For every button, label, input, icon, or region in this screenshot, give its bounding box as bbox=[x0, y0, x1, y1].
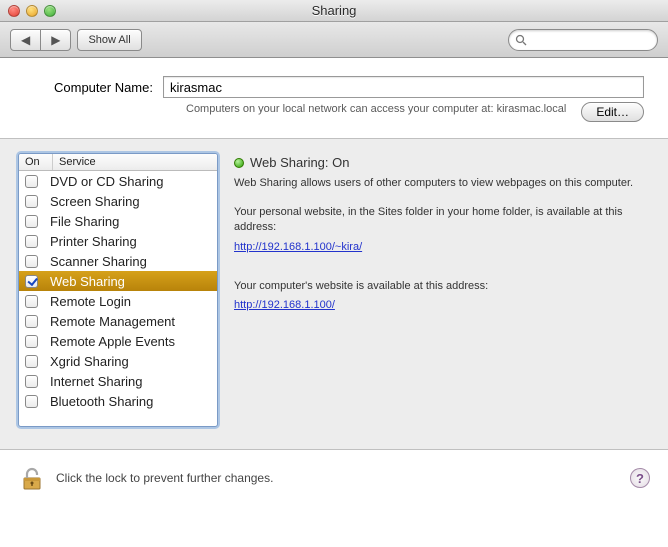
service-label: Bluetooth Sharing bbox=[50, 394, 153, 409]
service-label: Remote Login bbox=[50, 294, 131, 309]
service-label: DVD or CD Sharing bbox=[50, 174, 163, 189]
service-checkbox[interactable] bbox=[25, 175, 38, 188]
chevron-left-icon: ◀ bbox=[21, 34, 30, 46]
toolbar: ◀ ▶ Show All bbox=[0, 22, 668, 58]
service-label: File Sharing bbox=[50, 214, 119, 229]
service-label: Remote Apple Events bbox=[50, 334, 175, 349]
service-row[interactable]: Screen Sharing bbox=[19, 191, 217, 211]
window-controls bbox=[8, 5, 56, 17]
search-field[interactable] bbox=[508, 29, 658, 51]
window-title: Sharing bbox=[0, 3, 668, 18]
forward-button[interactable]: ▶ bbox=[41, 29, 71, 51]
service-row[interactable]: File Sharing bbox=[19, 211, 217, 231]
service-checkbox[interactable] bbox=[25, 295, 38, 308]
search-input[interactable] bbox=[531, 33, 651, 47]
service-checkbox[interactable] bbox=[25, 315, 38, 328]
service-checkbox[interactable] bbox=[25, 255, 38, 268]
minimize-icon[interactable] bbox=[26, 5, 38, 17]
computer-name-label: Computer Name: bbox=[54, 80, 153, 95]
lock-icon[interactable] bbox=[18, 464, 46, 492]
nav-buttons: ◀ ▶ bbox=[10, 29, 71, 51]
service-details: Web Sharing: On Web Sharing allows users… bbox=[234, 153, 650, 427]
service-row[interactable]: DVD or CD Sharing bbox=[19, 171, 217, 191]
service-checkbox[interactable] bbox=[25, 275, 38, 288]
service-checkbox[interactable] bbox=[25, 235, 38, 248]
titlebar: Sharing bbox=[0, 0, 668, 22]
service-label: Printer Sharing bbox=[50, 234, 137, 249]
status-title: Web Sharing: On bbox=[250, 155, 349, 170]
computer-site-text: Your computer's website is available at … bbox=[234, 279, 650, 294]
help-button[interactable]: ? bbox=[630, 468, 650, 488]
service-checkbox[interactable] bbox=[25, 195, 38, 208]
computer-name-description: Computers on your local network can acce… bbox=[186, 102, 581, 117]
close-icon[interactable] bbox=[8, 5, 20, 17]
service-row[interactable]: Remote Apple Events bbox=[19, 331, 217, 351]
lock-text: Click the lock to prevent further change… bbox=[56, 471, 273, 485]
personal-site-link[interactable]: http://192.168.1.100/~kira/ bbox=[234, 241, 362, 253]
search-icon bbox=[515, 34, 527, 46]
lock-bar: Click the lock to prevent further change… bbox=[0, 450, 668, 506]
service-checkbox[interactable] bbox=[25, 355, 38, 368]
edit-button[interactable]: Edit… bbox=[581, 102, 644, 122]
service-row[interactable]: Internet Sharing bbox=[19, 371, 217, 391]
computer-name-input[interactable] bbox=[163, 76, 644, 98]
service-row[interactable]: Web Sharing bbox=[19, 271, 217, 291]
service-label: Remote Management bbox=[50, 314, 175, 329]
header-service[interactable]: Service bbox=[53, 154, 217, 170]
service-row[interactable]: Xgrid Sharing bbox=[19, 351, 217, 371]
service-row[interactable]: Remote Login bbox=[19, 291, 217, 311]
zoom-icon[interactable] bbox=[44, 5, 56, 17]
service-label: Xgrid Sharing bbox=[50, 354, 129, 369]
service-label: Screen Sharing bbox=[50, 194, 140, 209]
chevron-right-icon: ▶ bbox=[51, 34, 60, 46]
show-all-button[interactable]: Show All bbox=[77, 29, 141, 51]
services-list: On Service DVD or CD Sharing Screen Shari… bbox=[18, 153, 218, 427]
personal-site-text: Your personal website, in the Sites fold… bbox=[234, 205, 650, 235]
service-label: Scanner Sharing bbox=[50, 254, 147, 269]
service-row[interactable]: Printer Sharing bbox=[19, 231, 217, 251]
header-on[interactable]: On bbox=[19, 154, 53, 170]
computer-site-link[interactable]: http://192.168.1.100/ bbox=[234, 299, 335, 311]
service-row[interactable]: Scanner Sharing bbox=[19, 251, 217, 271]
status-dot-icon bbox=[234, 158, 244, 168]
service-row[interactable]: Remote Management bbox=[19, 311, 217, 331]
service-checkbox[interactable] bbox=[25, 395, 38, 408]
status-description: Web Sharing allows users of other comput… bbox=[234, 176, 650, 191]
back-button[interactable]: ◀ bbox=[10, 29, 41, 51]
service-checkbox[interactable] bbox=[25, 215, 38, 228]
services-header: On Service bbox=[19, 154, 217, 171]
service-label: Web Sharing bbox=[50, 274, 125, 289]
service-row[interactable]: Bluetooth Sharing bbox=[19, 391, 217, 411]
service-checkbox[interactable] bbox=[25, 335, 38, 348]
service-checkbox[interactable] bbox=[25, 375, 38, 388]
service-label: Internet Sharing bbox=[50, 374, 143, 389]
